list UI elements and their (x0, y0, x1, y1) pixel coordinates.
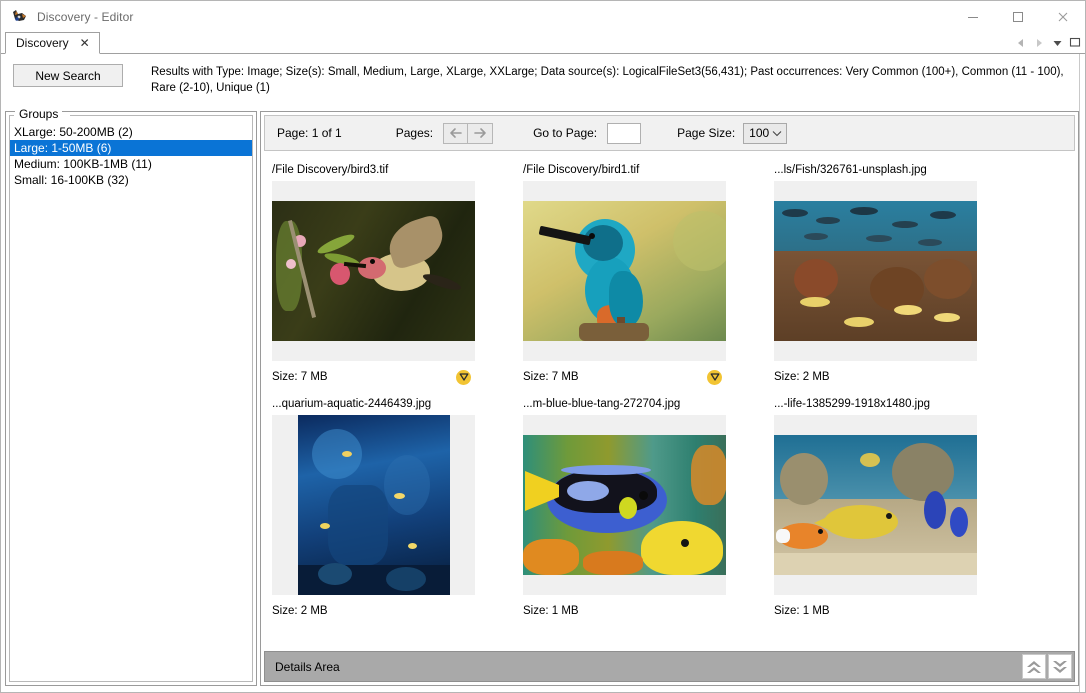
tab-discovery[interactable]: Discovery ✕ (5, 32, 100, 54)
thumbnail-meta: Size: 1 MB (523, 595, 726, 627)
thumbnail-image (298, 415, 450, 595)
thumbnail-filename: ...m-blue-blue-tang-272704.jpg (523, 393, 749, 415)
thumbnail-filename: /File Discovery/bird1.tif (523, 159, 749, 181)
page-indicator: Page: 1 of 1 (277, 126, 342, 140)
details-area-bar: Details Area (264, 651, 1075, 682)
group-item-small[interactable]: Small: 16-100KB (32) (10, 172, 252, 188)
pages-label: Pages: (396, 126, 433, 140)
window-controls (950, 1, 1085, 32)
window-title: Discovery - Editor (37, 10, 134, 24)
tab-label: Discovery (16, 36, 69, 50)
group-item-medium[interactable]: Medium: 100KB-1MB (11) (10, 156, 252, 172)
thumbnail-meta: Size: 2 MB (774, 361, 977, 393)
legend-rule-right (70, 115, 252, 116)
thumbnail-card[interactable]: ...m-blue-blue-tang-272704.jpg (523, 393, 749, 627)
thumbnail-size: Size: 2 MB (774, 371, 830, 383)
thumbnail-size: Size: 2 MB (272, 605, 328, 617)
thumbnail-card[interactable]: ...quarium-aquatic-2446439.jpg (272, 393, 498, 627)
triangle-right-icon[interactable] (1031, 34, 1047, 51)
thumbnail-card[interactable]: /File Discovery/bird3.tif (272, 159, 498, 393)
search-header: New Search Results with Type: Image; Siz… (1, 54, 1085, 111)
thumbnail-image-box[interactable] (523, 415, 726, 595)
thumbnail-filename: ...ls/Fish/326761-unsplash.jpg (774, 159, 1000, 181)
thumbnail-meta: Size: 7 MB (523, 361, 726, 393)
results-panel: Page: 1 of 1 Pages: Go to Page: (260, 111, 1079, 686)
thumbnail-filename: ...quarium-aquatic-2446439.jpg (272, 393, 498, 415)
thumbnail-meta: Size: 2 MB (272, 595, 475, 627)
thumbnail-scroll-area[interactable]: /File Discovery/bird3.tif (264, 154, 1075, 647)
thumbnail-filename: ...-life-1385299-1918x1480.jpg (774, 393, 1000, 415)
groups-list: XLarge: 50-200MB (2) Large: 1-50MB (6) M… (10, 124, 252, 681)
thumbnail-filename: /File Discovery/bird3.tif (272, 159, 498, 181)
thumbnail-size: Size: 7 MB (272, 371, 328, 383)
thumbnail-image (523, 435, 726, 575)
minimize-icon[interactable] (950, 1, 995, 32)
goto-page-label: Go to Page: (533, 126, 597, 140)
tab-bar: Discovery ✕ (1, 32, 1085, 54)
goto-page-input[interactable] (607, 123, 641, 144)
thumbnail-meta: Size: 7 MB (272, 361, 475, 393)
thumbnail-meta: Size: 1 MB (774, 595, 977, 627)
legend-rule-left (10, 115, 14, 116)
thumbnail-image (774, 201, 977, 341)
groups-panel: Groups XLarge: 50-200MB (2) Large: 1-50M… (5, 111, 257, 686)
thumbnail-image (523, 201, 726, 341)
double-chevron-down-icon[interactable] (1048, 654, 1072, 679)
thumbnail-size: Size: 1 MB (774, 605, 830, 617)
triangle-left-icon[interactable] (1013, 34, 1029, 51)
page-nav-buttons (443, 123, 493, 144)
page-size-value: 100 (749, 126, 769, 140)
thumbnail-image-box[interactable] (774, 181, 977, 361)
group-item-xlarge[interactable]: XLarge: 50-200MB (2) (10, 124, 252, 140)
thumbnail-image-box[interactable] (774, 415, 977, 595)
thumbnail-image-box[interactable] (272, 415, 475, 595)
thumbnail-image-box[interactable] (272, 181, 475, 361)
group-item-large[interactable]: Large: 1-50MB (6) (10, 140, 252, 156)
thumbnail-image (774, 435, 977, 575)
tab-bar-controls (1013, 34, 1083, 51)
prev-page-button[interactable] (443, 123, 468, 144)
thumbnail-grid: /File Discovery/bird3.tif (264, 154, 1075, 627)
new-search-button[interactable]: New Search (13, 64, 123, 87)
thumbnail-size: Size: 1 MB (523, 605, 579, 617)
details-area-buttons (1022, 654, 1072, 679)
thumbnail-card[interactable]: /File Discovery/bird1.tif (523, 159, 749, 393)
main-content: Groups XLarge: 50-200MB (2) Large: 1-50M… (1, 111, 1085, 692)
double-chevron-up-icon[interactable] (1022, 654, 1046, 679)
occurrence-badge-icon[interactable] (707, 370, 722, 385)
page-size-label: Page Size: (677, 126, 735, 140)
thumbnail-image (272, 201, 475, 341)
pagination-toolbar: Page: 1 of 1 Pages: Go to Page: (264, 115, 1075, 151)
app-icon (11, 8, 29, 26)
close-icon[interactable] (1040, 1, 1085, 32)
triangle-down-icon[interactable] (1049, 34, 1065, 51)
square-icon[interactable] (1067, 34, 1083, 51)
chevron-down-icon (772, 130, 782, 137)
thumbnail-size: Size: 7 MB (523, 371, 579, 383)
application-window: Discovery - Editor Discovery ✕ (0, 0, 1086, 693)
right-edge-strip (1079, 54, 1085, 692)
title-bar: Discovery - Editor (1, 1, 1085, 32)
results-summary-text: Results with Type: Image; Size(s): Small… (151, 64, 1075, 96)
groups-title: Groups (15, 107, 62, 121)
details-area-label: Details Area (275, 660, 340, 674)
thumbnail-image-box[interactable] (523, 181, 726, 361)
page-size-select[interactable]: 100 (743, 123, 787, 144)
thumbnail-card[interactable]: ...-life-1385299-1918x1480.jpg (774, 393, 1000, 627)
maximize-icon[interactable] (995, 1, 1040, 32)
groups-fieldset: Groups XLarge: 50-200MB (2) Large: 1-50M… (9, 115, 253, 682)
occurrence-badge-icon[interactable] (456, 370, 471, 385)
tab-close-icon[interactable]: ✕ (79, 37, 91, 49)
next-page-button[interactable] (468, 123, 493, 144)
thumbnail-card[interactable]: ...ls/Fish/326761-unsplash.jpg (774, 159, 1000, 393)
